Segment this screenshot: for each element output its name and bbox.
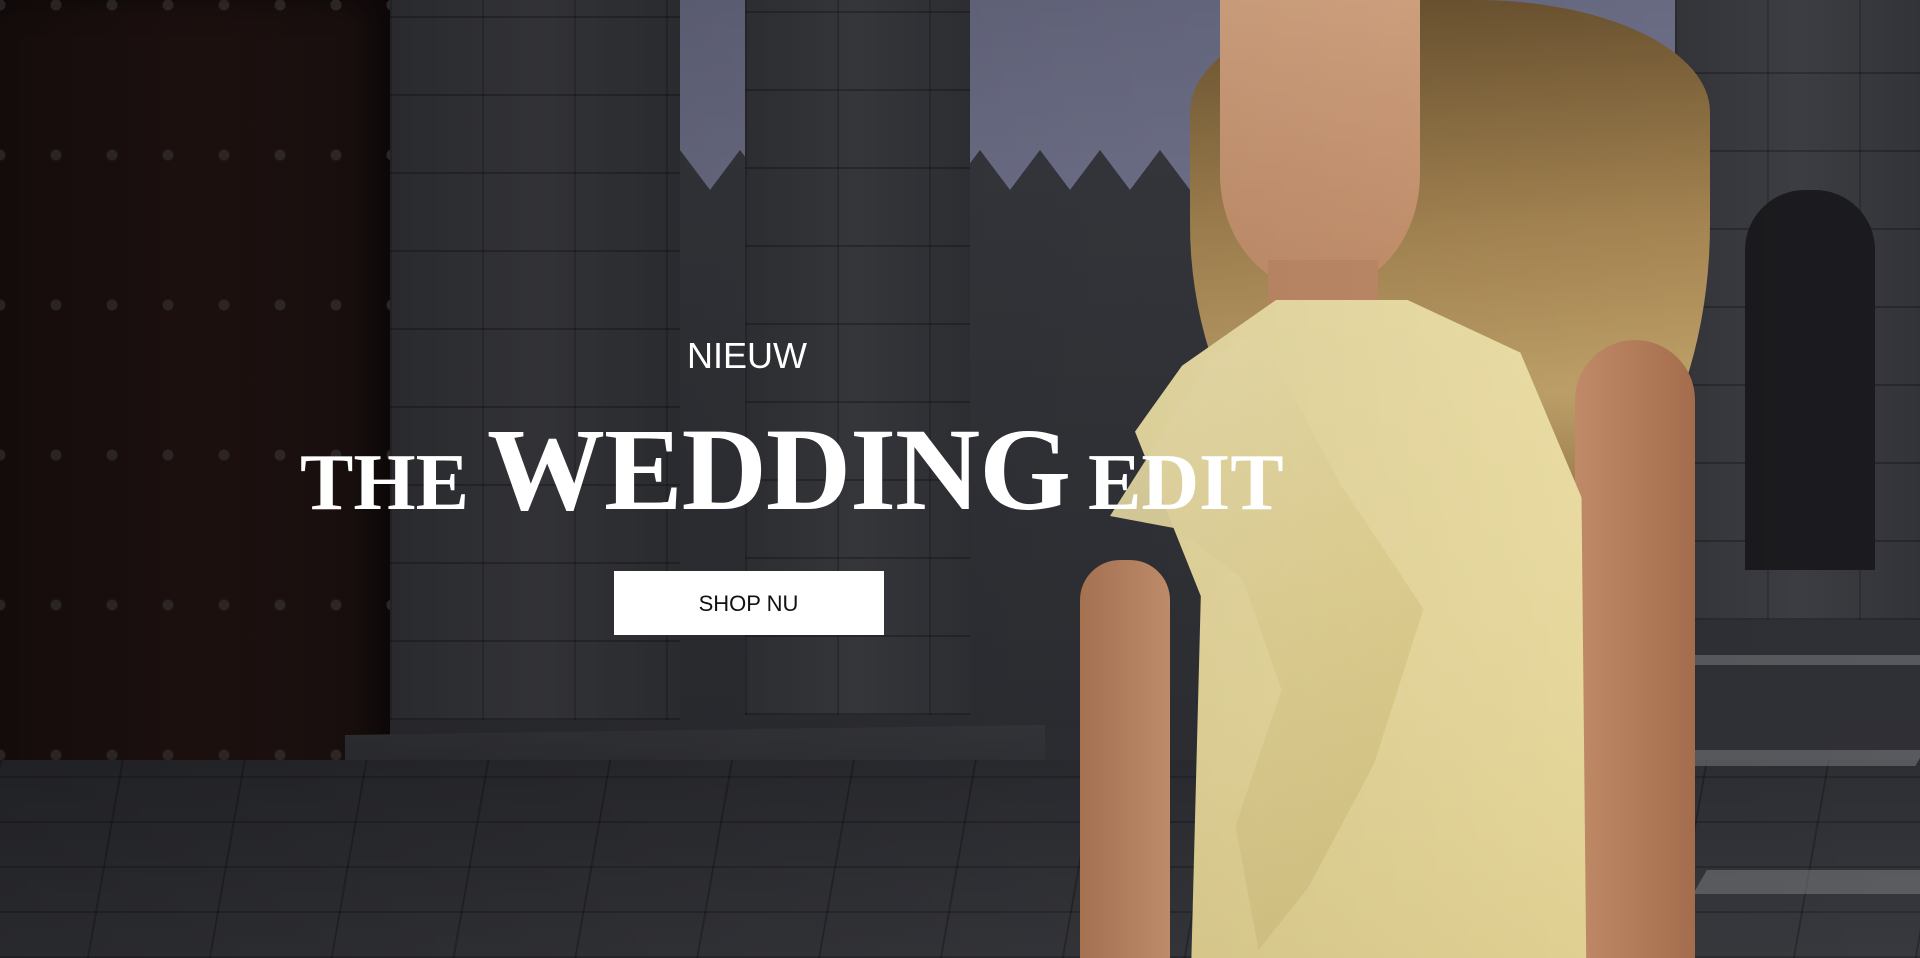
shop-now-button[interactable]: SHOP NU xyxy=(613,571,884,635)
hero-headline: THE WEDDING EDIT xyxy=(300,411,1284,529)
headline-wedding: WEDDING xyxy=(486,404,1071,535)
headline-the: THE xyxy=(300,439,469,527)
hero-copy: NIEUW THE WEDDING EDIT SHOP NU xyxy=(300,335,1284,635)
hero-banner[interactable]: NIEUW THE WEDDING EDIT SHOP NU xyxy=(0,0,1920,958)
headline-edit: EDIT xyxy=(1088,439,1284,527)
hero-kicker: NIEUW xyxy=(687,335,807,376)
